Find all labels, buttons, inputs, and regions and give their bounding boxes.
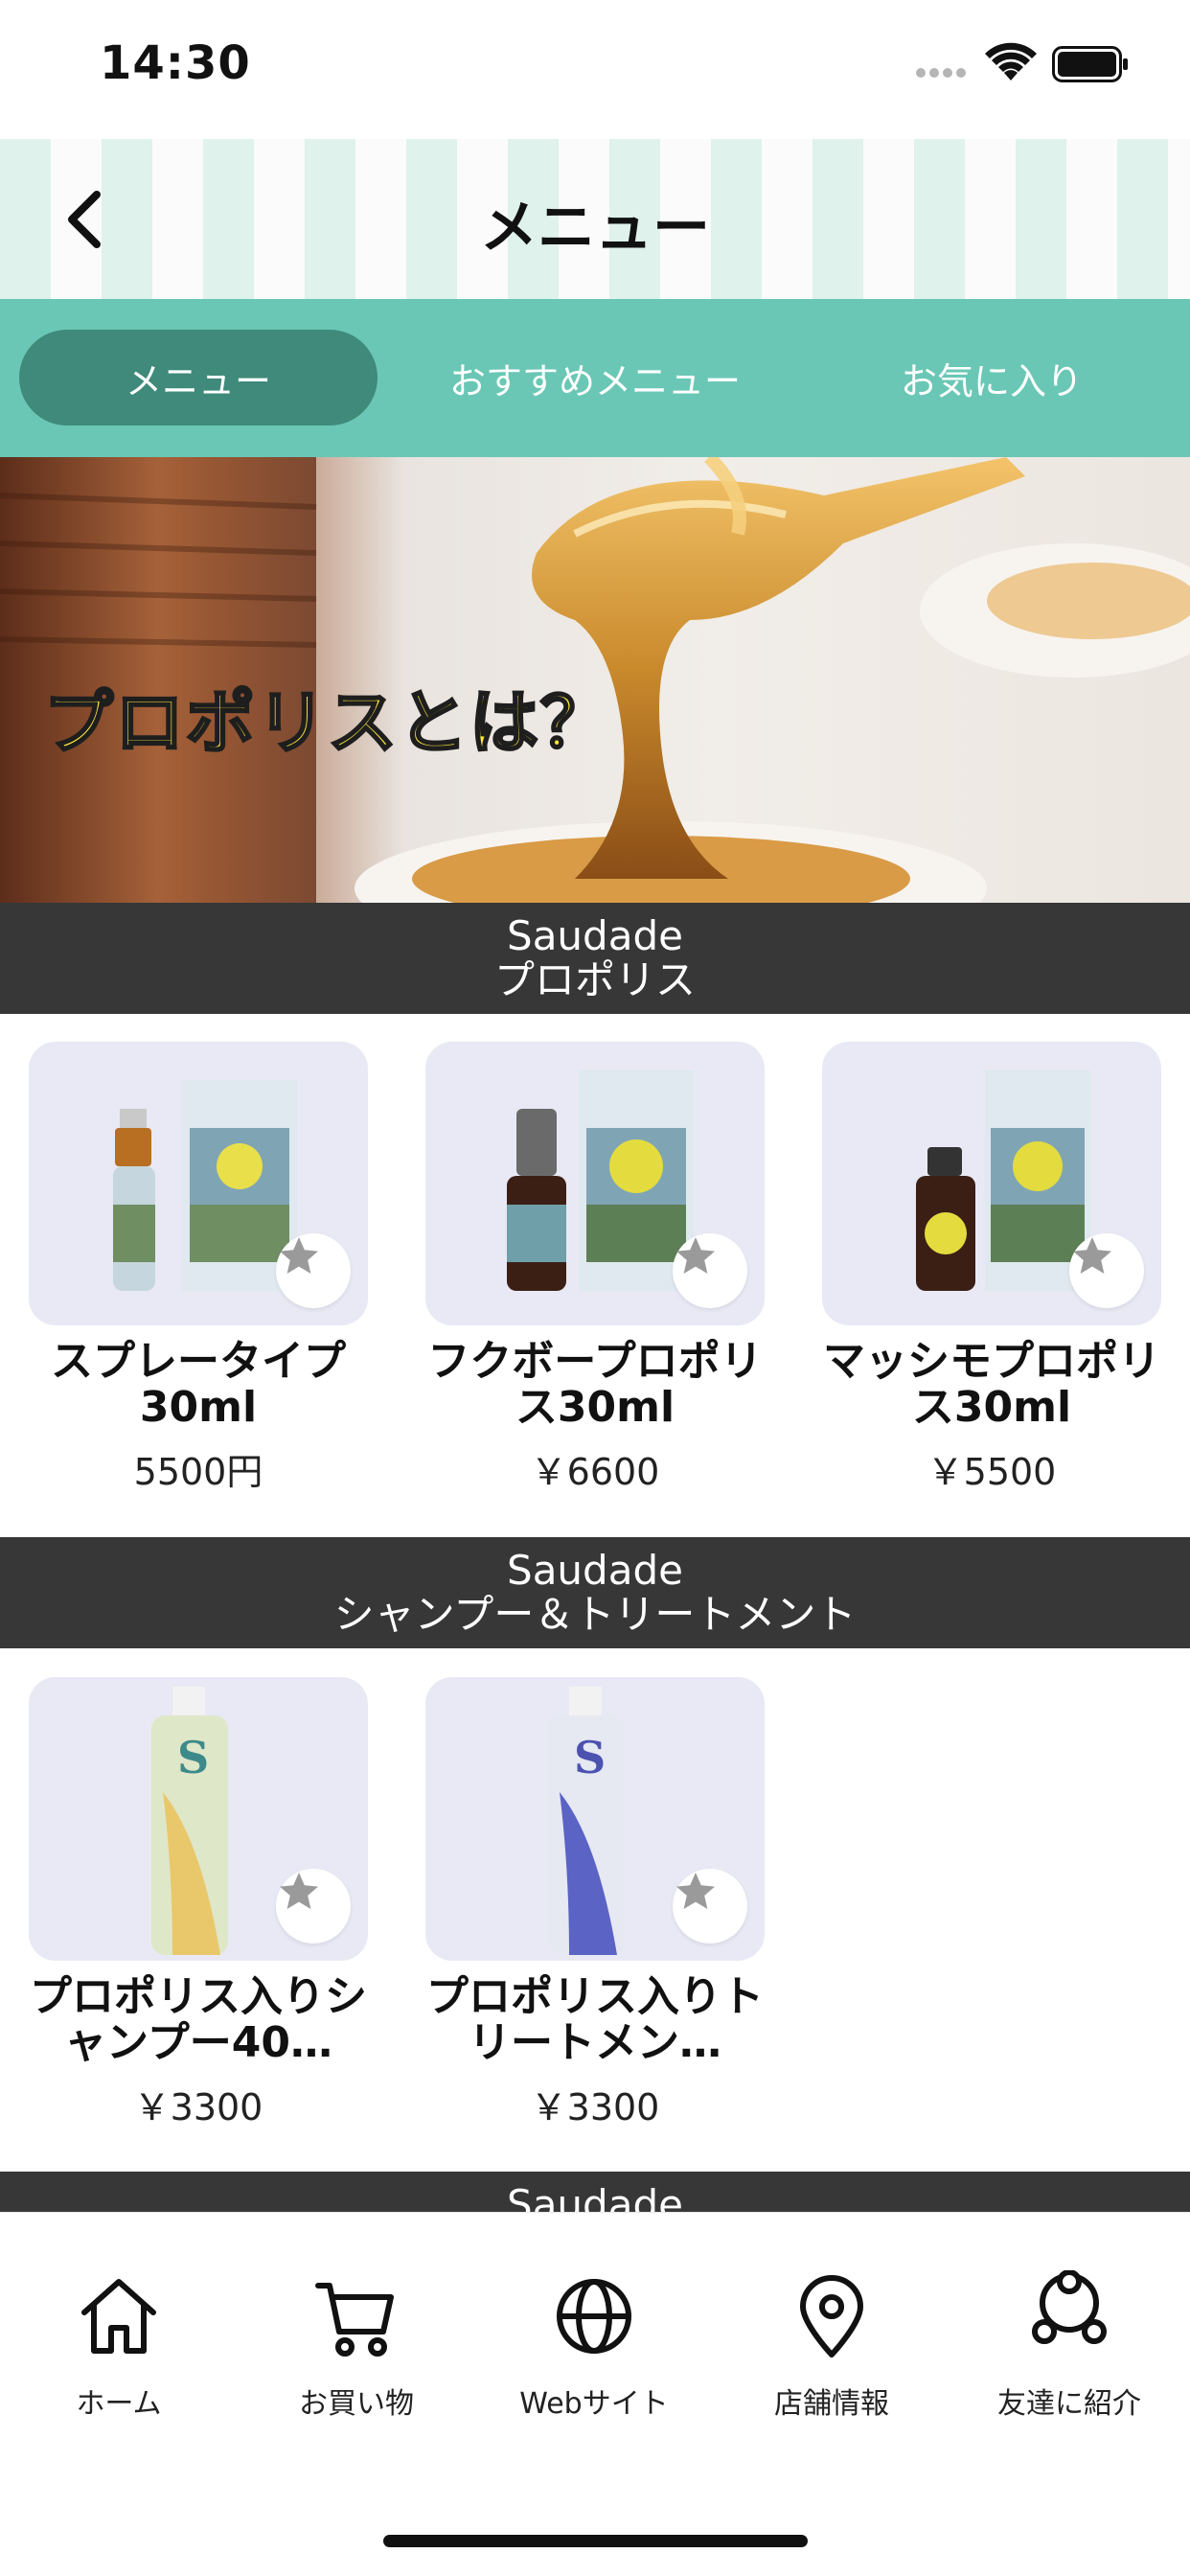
star-icon	[676, 1873, 715, 1909]
product-card[interactable]: マッシモプロポリス30ml ￥5500	[822, 1042, 1161, 1495]
bottom-nav-shopping[interactable]: お買い物	[238, 2270, 475, 2422]
section-title: プロポリス	[493, 956, 696, 1003]
location-pin-icon	[800, 2275, 863, 2358]
product-name: プロポリス入りトリートメン…	[426, 1974, 764, 2066]
product-price: ￥3300	[530, 2086, 660, 2128]
product-price: ￥5500	[927, 1451, 1057, 1493]
product-name: マッシモプロポリス30ml	[823, 1339, 1160, 1431]
wifi-icon	[985, 42, 1037, 80]
cart-icon	[315, 2283, 394, 2357]
bottom-nav-home[interactable]: ホーム	[0, 2270, 238, 2422]
favorite-button[interactable]	[673, 1869, 747, 1944]
product-card[interactable]: フクボープロポリス30ml ￥6600	[425, 1042, 765, 1495]
page-title: メニュー	[480, 195, 710, 262]
section-header-propolis: Saudade プロポリス	[0, 903, 1190, 1014]
star-icon	[676, 1237, 715, 1274]
product-name: スプレータイプ30ml	[51, 1339, 346, 1431]
bottom-nav-label: ホーム	[76, 2387, 162, 2421]
star-icon	[1073, 1237, 1111, 1274]
tab-favorites[interactable]: お気に入り	[812, 330, 1171, 426]
status-time: 14:30	[100, 36, 251, 90]
section-header-shampoo: Saudade シャンプー＆トリートメント	[0, 1537, 1190, 1648]
tab-menu[interactable]: メニュー	[19, 330, 378, 426]
product-price: ￥6600	[530, 1451, 660, 1493]
nav-header: メニュー	[0, 139, 1190, 299]
product-name: プロポリス入りシャンプー40…	[30, 1974, 367, 2066]
favorite-button[interactable]	[276, 1233, 351, 1308]
globe-icon	[557, 2279, 631, 2354]
favorite-button[interactable]	[673, 1233, 747, 1308]
bottom-nav-store-info[interactable]: 店舗情報	[713, 2270, 950, 2422]
product-image: S	[425, 1677, 765, 1961]
home-icon	[81, 2279, 156, 2354]
product-price: 5500円	[133, 1451, 263, 1493]
star-icon	[280, 1873, 318, 1909]
banner-title: プロポリスとは？	[42, 681, 612, 765]
product-price: ￥3300	[133, 2086, 263, 2128]
bottom-nav-label: Webサイト	[519, 2387, 669, 2421]
bottom-nav-label: 友達に紹介	[997, 2387, 1141, 2421]
propolis-banner[interactable]: プロポリスとは？	[0, 457, 1190, 903]
bottom-nav-label: 店舗情報	[774, 2387, 889, 2421]
product-image	[822, 1042, 1161, 1325]
battery-icon	[1052, 46, 1128, 82]
product-card[interactable]: S プロポリス入りシャンプー40… ￥3300	[29, 1677, 368, 2130]
product-image	[29, 1042, 368, 1325]
product-card[interactable]: S プロポリス入りトリートメン… ￥3300	[425, 1677, 765, 2130]
svg-text:S: S	[574, 1732, 606, 1783]
bottom-nav-website[interactable]: Webサイト	[475, 2270, 713, 2422]
bottom-nav-label: お買い物	[299, 2387, 414, 2421]
star-icon	[280, 1237, 318, 1274]
tab-recommended-menu[interactable]: おすすめメニュー	[416, 330, 774, 426]
svg-text:S: S	[177, 1732, 209, 1783]
favorite-button[interactable]	[276, 1869, 351, 1944]
bottom-nav-share[interactable]: 友達に紹介	[950, 2270, 1188, 2422]
favorite-button[interactable]	[1069, 1233, 1144, 1308]
home-indicator	[383, 2535, 808, 2547]
product-image: S	[29, 1677, 368, 1961]
share-icon	[1032, 2270, 1107, 2344]
section-brand: Saudade	[507, 912, 683, 959]
section-brand: Saudade	[507, 1547, 683, 1594]
product-image	[425, 1042, 765, 1325]
product-card[interactable]: スプレータイプ30ml 5500円	[29, 1042, 368, 1495]
tab-bar: メニュー おすすめメニュー お気に入り	[0, 299, 1190, 457]
cellular-signal-icon	[916, 63, 972, 78]
section-title: シャンプー＆トリートメント	[333, 1591, 857, 1638]
status-bar: 14:30	[0, 0, 1190, 139]
product-name: フクボープロポリス30ml	[427, 1339, 763, 1431]
bottom-tab-bar: ホーム お買い物 Webサイト 店舗情報 友達に紹介	[0, 2212, 1190, 2576]
